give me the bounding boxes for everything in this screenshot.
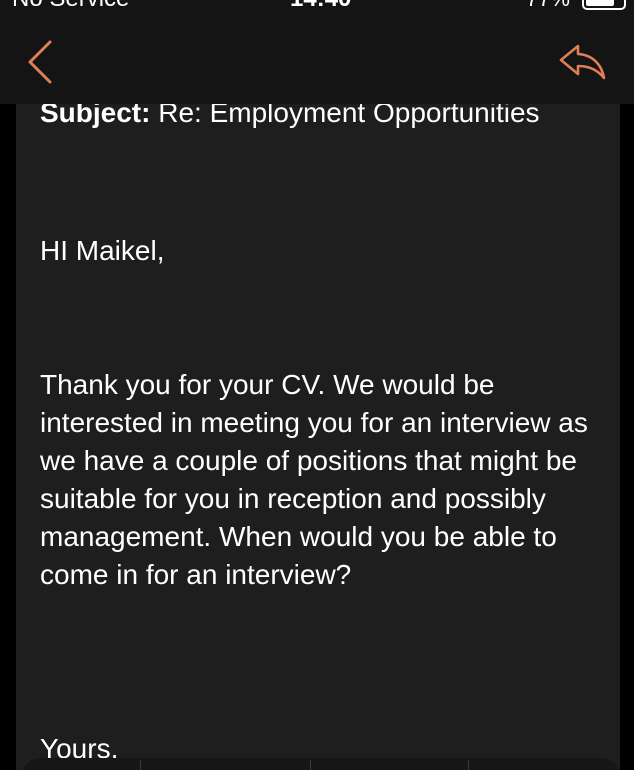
battery-level-fill [586,0,614,6]
toolbar-divider [468,760,469,770]
status-bar: No Service 14:40 77% [0,0,634,22]
greeting-text: HI Maikel, [40,235,165,266]
message-body: Subject: Re: Employment Opportunities HI… [16,90,620,770]
toolbar-divider [140,760,141,770]
battery-icon [582,0,626,10]
navigation-bar [0,22,634,104]
email-screen: No Service 14:40 77% Subject: Re: Employ… [0,0,634,770]
reply-button[interactable] [558,42,608,82]
clock-label: 14:40 [290,0,351,14]
toolbar-divider [310,760,311,770]
chevron-left-icon [28,40,52,84]
back-button[interactable] [22,38,62,86]
reply-arrow-icon [559,44,606,80]
body-paragraph: Thank you for your CV. We would be inter… [40,369,588,590]
battery-percent: 77% [526,0,570,14]
carrier-label: No Service [12,0,129,14]
bottom-toolbar[interactable] [22,758,620,770]
